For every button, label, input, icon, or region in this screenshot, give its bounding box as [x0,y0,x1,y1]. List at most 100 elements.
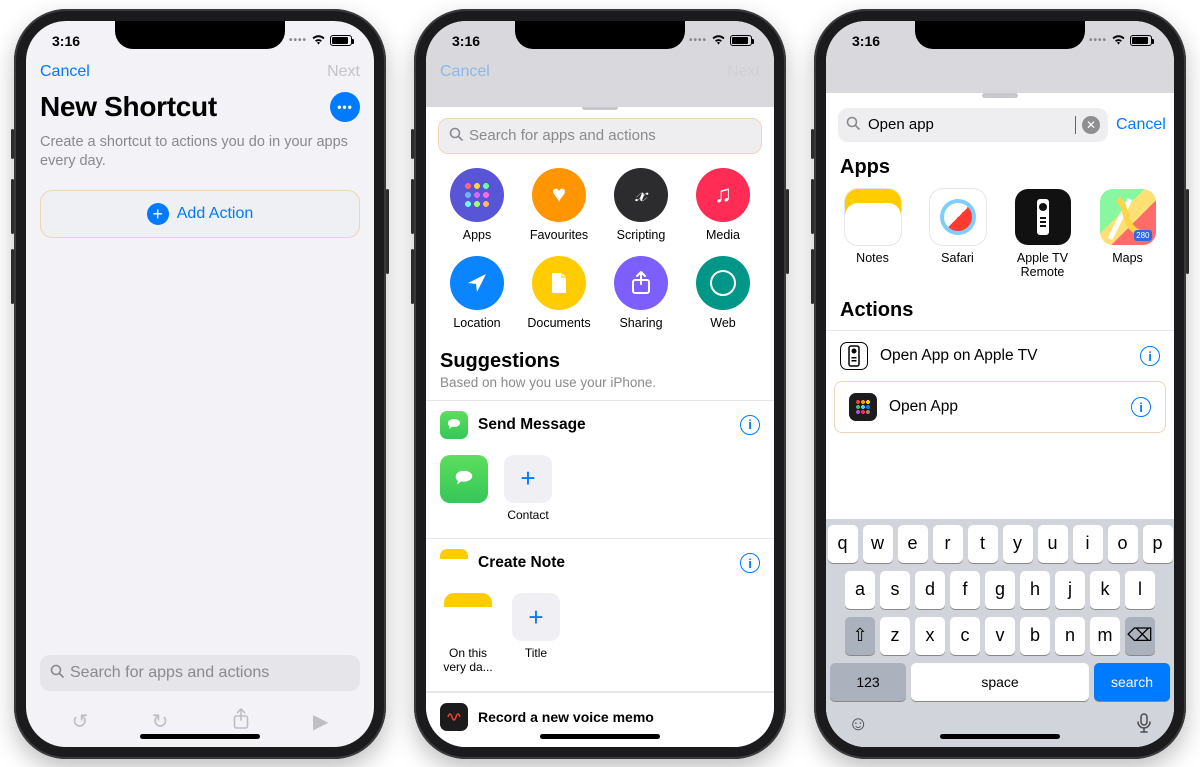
suggestion-voice-memo[interactable]: Record a new voice memo [426,692,774,731]
search-icon [50,664,64,682]
key-q[interactable]: q [828,525,858,563]
cancel-button[interactable]: Cancel [40,63,90,81]
apps-grid: Notes Safari Apple TV Remote Maps [826,187,1174,294]
key-p[interactable]: p [1143,525,1173,563]
key-shift[interactable]: ⇧ [845,617,875,655]
key-x[interactable]: x [915,617,945,655]
key-b[interactable]: b [1020,617,1050,655]
key-h[interactable]: h [1020,571,1050,609]
share-button[interactable] [232,708,250,736]
battery-icon [1130,35,1152,46]
category-location[interactable]: Location [436,256,518,330]
document-icon [532,256,586,310]
undo-button[interactable]: ↺ [72,709,89,734]
key-space[interactable]: space [911,663,1089,701]
key-m[interactable]: m [1090,617,1120,655]
app-notes[interactable]: Notes [840,189,905,280]
wifi-icon [711,33,726,48]
app-maps[interactable]: Maps [1095,189,1160,280]
heart-icon: ♥ [532,168,586,222]
key-s[interactable]: s [880,571,910,609]
key-w[interactable]: w [863,525,893,563]
info-button[interactable]: i [1140,346,1160,366]
run-button[interactable]: ▶ [313,709,328,734]
sheet-grabber[interactable] [982,93,1018,98]
notes-icon [845,189,901,245]
search-field[interactable]: Search for apps and actions [40,655,360,691]
key-k[interactable]: k [1090,571,1120,609]
search-placeholder: Search for apps and actions [70,664,269,682]
param-note-body[interactable]: On this very da... [440,593,496,675]
create-note-params: On this very da... + Title [426,587,774,692]
action-open-app[interactable]: Open App i [834,381,1166,433]
param-message-app[interactable] [440,455,488,523]
key-search[interactable]: search [1094,663,1170,701]
app-safari[interactable]: Safari [925,189,990,280]
messages-icon [440,455,488,503]
key-backspace[interactable]: ⌫ [1125,617,1155,655]
key-e[interactable]: e [898,525,928,563]
search-field[interactable]: ✕ [838,108,1108,142]
key-g[interactable]: g [985,571,1015,609]
home-indicator[interactable] [940,734,1060,739]
notch [915,21,1085,49]
action-open-app-on-apple-tv[interactable]: Open App on Apple TV i [826,330,1174,381]
clear-button[interactable]: ✕ [1082,116,1100,134]
notch [115,21,285,49]
next-button[interactable]: Next [327,63,360,81]
suggestions-header: Suggestions [426,344,774,373]
key-u[interactable]: u [1038,525,1068,563]
search-input[interactable] [866,115,1069,134]
category-web[interactable]: Web [682,256,764,330]
info-button[interactable]: i [1131,397,1151,417]
param-title[interactable]: + Title [512,593,560,675]
emoji-button[interactable]: ☺ [848,713,868,739]
category-favourites[interactable]: ♥ Favourites [518,168,600,242]
key-v[interactable]: v [985,617,1015,655]
key-f[interactable]: f [950,571,980,609]
cellular-icon: •••• [689,35,707,46]
key-z[interactable]: z [880,617,910,655]
open-app-icon [849,393,877,421]
suggestion-create-note[interactable]: Create Note i [426,539,774,587]
apps-header: Apps [826,150,1174,187]
app-apple-tv-remote[interactable]: Apple TV Remote [1010,189,1075,280]
key-l[interactable]: l [1125,571,1155,609]
redo-button[interactable]: ↻ [152,709,169,734]
key-n[interactable]: n [1055,617,1085,655]
search-field[interactable]: Search for apps and actions [438,118,762,154]
key-y[interactable]: y [1003,525,1033,563]
key-d[interactable]: d [915,571,945,609]
dictation-button[interactable] [1136,713,1152,739]
home-indicator[interactable] [140,734,260,739]
info-button[interactable]: i [740,415,760,435]
action-sheet: Search for apps and actions Apps ♥ Favou… [426,99,774,747]
category-apps[interactable]: Apps [436,168,518,242]
key-t[interactable]: t [968,525,998,563]
cancel-button[interactable]: Cancel [1116,116,1166,134]
maps-icon [1100,189,1156,245]
info-button[interactable]: i [740,553,760,573]
key-numbers[interactable]: 123 [830,663,906,701]
key-i[interactable]: i [1073,525,1103,563]
category-sharing[interactable]: Sharing [600,256,682,330]
home-indicator[interactable] [540,734,660,739]
category-grid: Apps ♥ Favourites 𝓍 Scripting ♫ Media [426,164,774,344]
category-media[interactable]: ♫ Media [682,168,764,242]
param-contact[interactable]: + Contact [504,455,552,523]
phone-2: 3:16 •••• Cancel Next Search [414,9,786,759]
category-scripting[interactable]: 𝓍 Scripting [600,168,682,242]
key-o[interactable]: o [1108,525,1138,563]
key-j[interactable]: j [1055,571,1085,609]
apple-tv-remote-icon [1015,189,1071,245]
key-a[interactable]: a [845,571,875,609]
key-r[interactable]: r [933,525,963,563]
more-button[interactable]: ••• [330,92,360,122]
suggestion-send-message[interactable]: Send Message i [426,400,774,449]
search-placeholder: Search for apps and actions [469,127,656,144]
editor-toolbar: ↺ ↻ ▶ [26,701,374,747]
key-c[interactable]: c [950,617,980,655]
add-action-button[interactable]: + Add Action [40,190,360,238]
category-documents[interactable]: Documents [518,256,600,330]
send-message-params: + Contact [426,449,774,540]
